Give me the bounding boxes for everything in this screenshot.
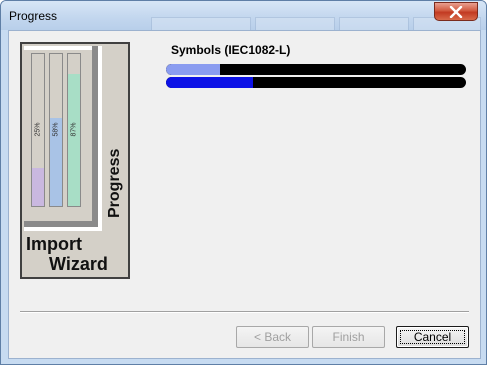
import-wizard-graphic: 25% 58% 87% Progress Import Wizard	[20, 42, 130, 279]
tube-gauge-25: 25%	[31, 53, 45, 207]
cancel-button[interactable]: Cancel	[396, 326, 469, 348]
close-icon	[449, 5, 463, 18]
background-window-tabs	[151, 17, 481, 30]
tube-fill	[32, 168, 44, 206]
title-bar[interactable]: Progress	[1, 1, 486, 30]
finish-button[interactable]: Finish	[312, 326, 385, 348]
art-word-wizard: Wizard	[49, 254, 108, 274]
tube-gauge-58: 58%	[49, 53, 63, 207]
overall-progress-fill	[166, 77, 253, 88]
tube-fill	[68, 73, 80, 206]
tube-label: 87%	[70, 122, 78, 137]
art-word-progress: Progress	[106, 148, 123, 218]
tube-gauge-87: 87%	[67, 53, 81, 207]
close-button[interactable]	[434, 2, 478, 21]
finish-button-label: Finish	[332, 330, 365, 344]
tube-label: 58%	[52, 122, 60, 137]
art-word-import: Import	[26, 234, 82, 254]
button-separator	[20, 311, 469, 313]
overall-progress-bar	[166, 77, 466, 88]
current-operation-label: Symbols (IEC1082-L)	[171, 43, 291, 57]
window-title: Progress	[9, 9, 58, 23]
progress-window: Progress 25% 58% 87% Progress Import Wiz…	[0, 0, 487, 365]
dialog-client-area: 25% 58% 87% Progress Import Wizard Symbo…	[8, 30, 481, 359]
tube-label: 25%	[34, 122, 42, 137]
focus-ring	[400, 330, 465, 344]
back-button[interactable]: < Back	[236, 326, 309, 348]
item-progress-bar	[166, 64, 466, 75]
back-button-label: < Back	[253, 330, 292, 344]
item-progress-fill	[166, 64, 220, 75]
